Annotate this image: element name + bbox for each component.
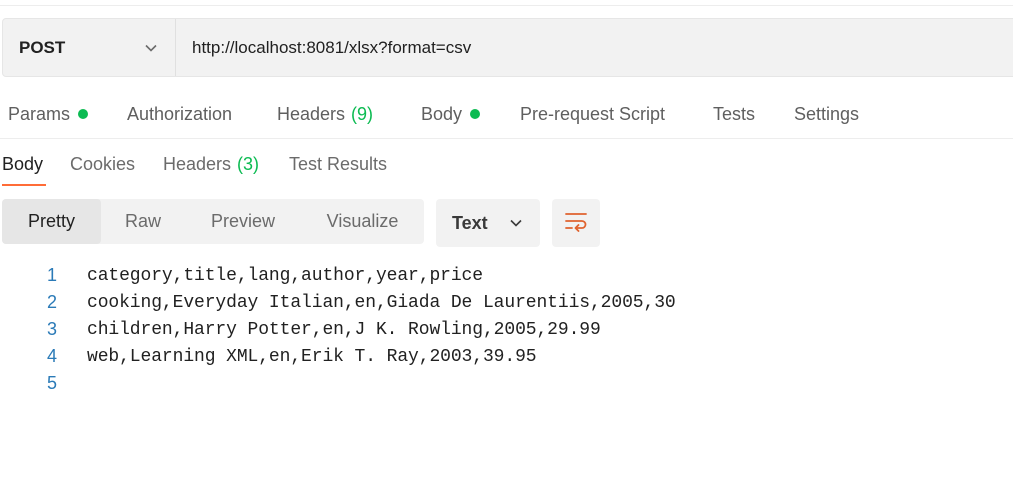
tab-settings[interactable]: Settings xyxy=(794,94,859,134)
line-number: 1 xyxy=(46,265,57,285)
tab-label: Params xyxy=(8,103,71,124)
view-mode-label: Raw xyxy=(124,211,161,231)
view-pretty-button[interactable]: Pretty xyxy=(2,199,101,244)
tab-label: Settings xyxy=(794,103,860,124)
tab-headers[interactable]: Headers (9) xyxy=(277,94,373,134)
view-mode-label: Pretty xyxy=(27,211,75,231)
response-tab-cookies[interactable]: Cookies xyxy=(70,144,135,184)
code-line: 4 web,Learning XML,en,Erik T. Ray,2003,3… xyxy=(0,343,1013,370)
line-text: category,title,lang,author,year,price xyxy=(87,265,483,286)
line-number: 4 xyxy=(46,346,57,366)
view-visualize-button[interactable]: Visualize xyxy=(301,199,424,244)
line-number: 3 xyxy=(46,319,57,339)
request-tabs: Params Authorization Headers (9) Body Pr… xyxy=(0,94,1013,134)
status-dot xyxy=(470,109,481,119)
tab-label: Authorization xyxy=(127,103,233,124)
tab-params[interactable]: Params xyxy=(8,94,89,134)
line-number: 5 xyxy=(46,373,57,393)
view-mode-label: Visualize xyxy=(326,211,399,231)
response-tab-body[interactable]: Body xyxy=(2,144,43,184)
tab-label: Headers xyxy=(277,103,346,124)
method-label: POST xyxy=(19,37,66,57)
tab-authorization[interactable]: Authorization xyxy=(127,94,232,134)
response-tab-headers[interactable]: Headers (3) xyxy=(163,144,259,184)
postman-window: POST http://localhost:8081/xlsx?format=c… xyxy=(0,0,1013,482)
tab-label: Cookies xyxy=(70,153,136,174)
response-tab-test-results[interactable]: Test Results xyxy=(289,144,387,184)
chevron-down-icon xyxy=(143,40,159,56)
method-select[interactable]: POST xyxy=(3,19,176,76)
tab-label: Test Results xyxy=(289,153,388,174)
tab-pre-request-script[interactable]: Pre-request Script xyxy=(520,94,665,134)
wrap-lines-button[interactable] xyxy=(552,199,600,247)
line-text: web,Learning XML,en,Erik T. Ray,2003,39.… xyxy=(87,346,537,367)
headers-count: (3) xyxy=(237,153,260,174)
wrap-lines-icon xyxy=(564,210,588,237)
response-body-editor[interactable]: 1 category,title,lang,author,year,price … xyxy=(0,262,1013,397)
view-mode-label: Preview xyxy=(210,211,276,231)
view-mode-control: Pretty Raw Preview Visualize xyxy=(2,199,424,244)
tab-label: Body xyxy=(2,153,44,174)
section-divider xyxy=(0,138,1013,139)
code-line: 1 category,title,lang,author,year,price xyxy=(0,262,1013,289)
tab-body[interactable]: Body xyxy=(421,94,481,134)
line-text: cooking,Everyday Italian,en,Giada De Lau… xyxy=(87,292,676,313)
tab-label: Pre-request Script xyxy=(520,103,666,124)
active-tab-underline xyxy=(2,184,46,186)
request-bar: POST http://localhost:8081/xlsx?format=c… xyxy=(2,18,1013,77)
format-select[interactable]: Text xyxy=(436,199,540,247)
status-dot xyxy=(78,109,89,119)
line-number: 2 xyxy=(46,292,57,312)
top-divider xyxy=(0,5,1013,6)
line-text: children,Harry Potter,en,J K. Rowling,20… xyxy=(87,319,601,340)
code-line: 5 xyxy=(0,370,1013,397)
tab-tests[interactable]: Tests xyxy=(713,94,755,134)
view-preview-button[interactable]: Preview xyxy=(185,199,301,244)
tab-label: Tests xyxy=(713,103,756,124)
format-value: Text xyxy=(452,212,488,233)
chevron-down-icon xyxy=(508,215,524,231)
url-input[interactable]: http://localhost:8081/xlsx?format=csv xyxy=(176,19,1013,76)
tab-label: Body xyxy=(421,103,463,124)
view-raw-button[interactable]: Raw xyxy=(101,199,185,244)
headers-count: (9) xyxy=(351,103,374,124)
code-line: 3 children,Harry Potter,en,J K. Rowling,… xyxy=(0,316,1013,343)
tab-label: Headers xyxy=(163,153,232,174)
code-line: 2 cooking,Everyday Italian,en,Giada De L… xyxy=(0,289,1013,316)
